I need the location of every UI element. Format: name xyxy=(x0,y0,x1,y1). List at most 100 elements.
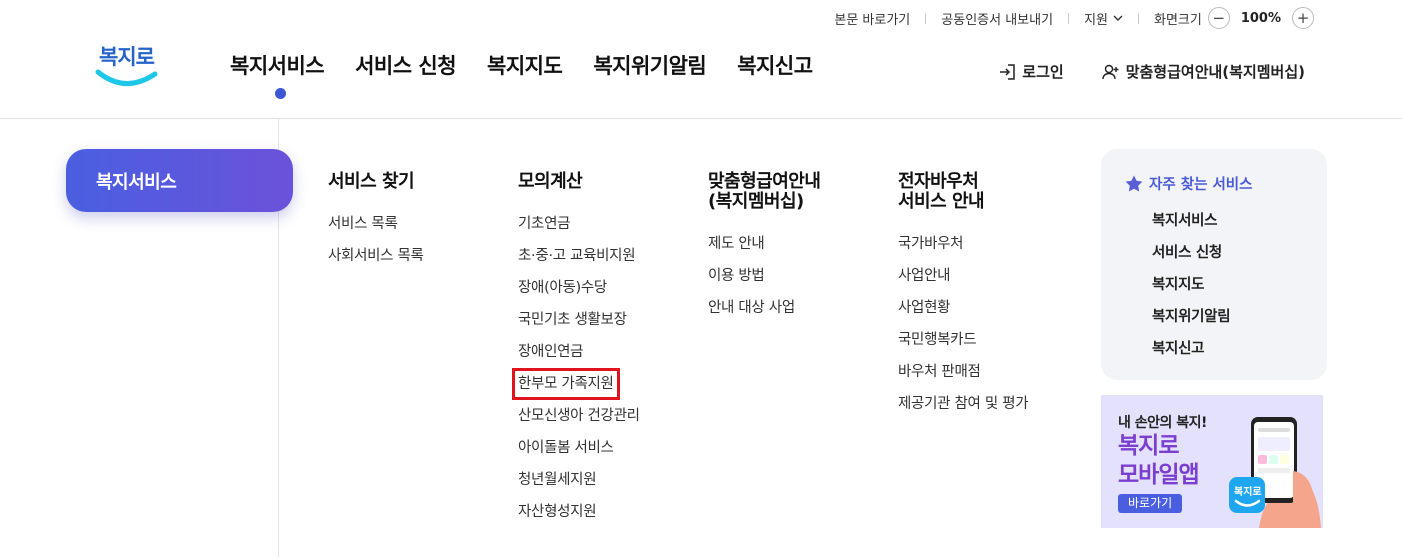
menu-item-label: 장애인연금 xyxy=(518,344,584,360)
menu-item-label: 제공기관 참여 및 평가 xyxy=(898,396,1029,412)
side-category-button[interactable]: 복지서비스 xyxy=(66,149,293,212)
menu-column-membership: 맞춤형급여안내 (복지멤버십) 제도 안내 이용 방법 안내 대상 사업 xyxy=(708,172,821,330)
banner-go-button[interactable]: 바로가기 xyxy=(1118,494,1183,513)
menu-item[interactable]: 국민기초 생활보장 xyxy=(518,310,640,342)
menu-item-label: 안내 대상 사업 xyxy=(708,300,795,316)
column-title: 모의계산 xyxy=(518,171,583,192)
menu-item-label: 초·중·고 교육비지원 xyxy=(518,248,636,264)
menu-item-label: 국가바우처 xyxy=(898,236,964,252)
menu-item-highlighted[interactable]: 한부모 가족지원 xyxy=(512,368,640,406)
gnb-welfare-services[interactable]: 복지서비스 xyxy=(230,50,325,99)
menu-item-label: 사업현황 xyxy=(898,300,951,316)
menu-item-label: 산모신생아 건강관리 xyxy=(518,408,640,424)
menu-item[interactable]: 아이돌봄 서비스 xyxy=(518,438,640,470)
banner-title: 복지로 모바일앱 xyxy=(1118,433,1200,488)
menu-item[interactable]: 청년월세지원 xyxy=(518,470,640,502)
favorites-title-label: 자주 찾는 서비스 xyxy=(1149,177,1253,193)
header-actions: 로그인 맞춤형급여안내(복지멤버십) xyxy=(999,61,1305,82)
divider xyxy=(1137,12,1139,24)
menu-column-voucher: 전자바우처 서비스 안내 국가바우처 사업안내 사업현황 국민행복카드 바우처 … xyxy=(898,171,1029,426)
login-icon xyxy=(1000,63,1016,80)
menu-item[interactable]: 기초연금 xyxy=(518,214,640,246)
logo-text: 복지로 xyxy=(99,45,155,69)
menu-item[interactable]: 사업현황 xyxy=(898,298,1028,330)
divider xyxy=(925,12,927,24)
menu-item-label: 한부모 가족지원 xyxy=(512,368,620,400)
menu-item[interactable]: 제도 안내 xyxy=(708,234,820,266)
menu-item[interactable]: 장애인연금 xyxy=(518,342,640,374)
menu-item-label: 서비스 목록 xyxy=(328,216,398,232)
region-label: 지원 xyxy=(1084,12,1108,28)
menu-item-label: 국민행복카드 xyxy=(898,332,977,348)
menu-item-label: 국민기초 생활보장 xyxy=(518,312,627,328)
banner-tagline: 내 손안의 복지! xyxy=(1118,415,1207,431)
plus-icon: + xyxy=(1296,8,1310,27)
gnb-welfare-map[interactable]: 복지지도 xyxy=(487,50,563,80)
gnb-crisis-alert[interactable]: 복지위기알림 xyxy=(593,50,706,80)
header-divider xyxy=(0,118,1402,119)
menu-item-label: 사업안내 xyxy=(898,268,951,284)
divider xyxy=(1068,12,1070,24)
menu-item-label: 사회서비스 목록 xyxy=(328,248,424,264)
main-nav: 복지서비스 서비스 신청 복지지도 복지위기알림 복지신고 xyxy=(230,50,813,99)
column-title: 전자바우처 서비스 안내 xyxy=(898,171,985,212)
menu-item-label: 자산형성지원 xyxy=(518,504,597,520)
zoom-control: 화면크기 − 100% + xyxy=(1154,7,1314,29)
logo-mark: 복지로 xyxy=(95,45,158,86)
favorites-title: 자주 찾는 서비스 xyxy=(1125,173,1327,194)
favorite-item[interactable]: 서비스 신청 xyxy=(1152,243,1327,275)
menu-item[interactable]: 장애(아동)수당 xyxy=(518,278,640,310)
zoom-value: 100% xyxy=(1240,10,1281,26)
membership-label: 맞춤형급여안내(복지멤버십) xyxy=(1125,63,1305,81)
gnb-service-apply[interactable]: 서비스 신청 xyxy=(355,50,456,80)
menu-item[interactable]: 바우처 판매점 xyxy=(898,362,1028,394)
menu-item[interactable]: 국민행복카드 xyxy=(898,330,1028,362)
menu-item[interactable]: 산모신생아 건강관리 xyxy=(518,406,640,438)
add-user-icon xyxy=(1101,64,1119,79)
menu-item[interactable]: 사회서비스 목록 xyxy=(328,246,424,278)
gnb-label: 복지서비스 xyxy=(230,54,325,78)
gnb-welfare-report[interactable]: 복지신고 xyxy=(737,50,813,80)
menu-column-service-search: 서비스 찾기 서비스 목록 사회서비스 목록 xyxy=(328,172,424,278)
menu-item[interactable]: 초·중·고 교육비지원 xyxy=(518,246,640,278)
column-title: 서비스 찾기 xyxy=(328,171,415,192)
zoom-out-button[interactable]: − xyxy=(1207,7,1230,29)
screen-size-label: 화면크기 xyxy=(1153,12,1202,28)
login-link[interactable]: 로그인 xyxy=(999,61,1064,82)
favorite-item[interactable]: 복지신고 xyxy=(1152,339,1327,371)
star-icon xyxy=(1125,175,1143,192)
menu-item[interactable]: 안내 대상 사업 xyxy=(708,298,820,330)
menu-item-label: 바우처 판매점 xyxy=(898,364,981,380)
favorite-item[interactable]: 복지서비스 xyxy=(1152,211,1327,243)
skip-to-content-link[interactable]: 본문 바로가기 xyxy=(834,9,910,28)
menu-item[interactable]: 제공기관 참여 및 평가 xyxy=(898,394,1029,426)
active-indicator-dot xyxy=(275,88,286,99)
login-label: 로그인 xyxy=(1022,63,1064,81)
minus-icon: − xyxy=(1212,8,1226,27)
menu-column-simulation: 모의계산 기초연금 초·중·고 교육비지원 장애(아동)수당 국민기초 생활보장… xyxy=(512,171,640,534)
favorite-item[interactable]: 복지위기알림 xyxy=(1152,307,1327,339)
menu-item-label: 아이돌봄 서비스 xyxy=(518,440,614,456)
zoom-in-button[interactable]: + xyxy=(1292,7,1314,29)
phone-hand-illustration: 복지로 xyxy=(1229,417,1321,528)
app-icon-text: 복지로 xyxy=(1234,485,1262,498)
menu-item[interactable]: 이용 방법 xyxy=(708,266,820,298)
menu-item-label: 장애(아동)수당 xyxy=(518,280,607,296)
cert-export-link[interactable]: 공동인증서 내보내기 xyxy=(941,9,1053,28)
chevron-down-icon xyxy=(1113,15,1123,21)
menu-item-label: 청년월세지원 xyxy=(518,472,597,488)
region-dropdown[interactable]: 지원 xyxy=(1084,9,1123,28)
menu-item-label: 이용 방법 xyxy=(708,268,765,284)
favorite-item[interactable]: 복지지도 xyxy=(1152,275,1327,307)
menu-item-label: 기초연금 xyxy=(518,216,571,232)
membership-link[interactable]: 맞춤형급여안내(복지멤버십) xyxy=(1101,61,1305,82)
utility-bar: 본문 바로가기 공동인증서 내보내기 지원 화면크기 − 100% + xyxy=(834,0,1314,36)
mobile-app-banner[interactable]: 내 손안의 복지! 복지로 모바일앱 바로가기 복지로 xyxy=(1101,395,1323,528)
menu-item[interactable]: 국가바우처 xyxy=(898,234,1028,266)
menu-item[interactable]: 자산형성지원 xyxy=(518,502,640,534)
menu-item[interactable]: 사업안내 xyxy=(898,266,1028,298)
menu-item-label: 제도 안내 xyxy=(708,236,765,252)
menu-item[interactable]: 서비스 목록 xyxy=(328,214,424,246)
favorite-services-panel: 자주 찾는 서비스 복지서비스 서비스 신청 복지지도 복지위기알림 복지신고 xyxy=(1101,149,1327,380)
logo[interactable]: 복지로 xyxy=(95,36,160,92)
